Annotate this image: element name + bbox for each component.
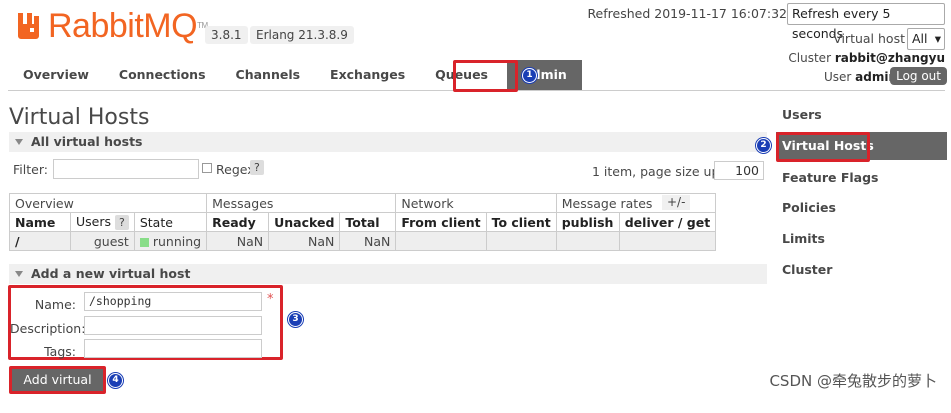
highlight-virtual-hosts <box>776 132 870 162</box>
row-unacked: NaN <box>268 231 341 251</box>
row-users: guest <box>70 231 135 251</box>
refreshed-timestamp: Refreshed 2019-11-17 16:07:32 <box>587 6 787 21</box>
add-virtual-host-button[interactable]: Add virtual host <box>9 366 106 409</box>
sidebar-item-users[interactable]: Users <box>776 101 947 129</box>
virtual-host-select[interactable]: All ▾ <box>907 28 945 50</box>
page-title: Virtual Hosts <box>9 105 150 130</box>
vhost-description-input[interactable] <box>84 316 262 335</box>
section-title: Add a new virtual host <box>31 266 191 281</box>
logo-text: RabbitMQTM <box>48 7 208 45</box>
all-virtual-hosts-section-toggle[interactable]: All virtual hosts <box>9 132 767 152</box>
regex-checkbox[interactable] <box>202 163 212 173</box>
sidebar-item-policies[interactable]: Policies <box>776 194 947 222</box>
col-total[interactable]: Total <box>339 212 397 232</box>
table-column-header: Name Users ? State Ready Unacked Total F… <box>9 212 717 232</box>
row-to-client <box>485 231 557 251</box>
sidebar-item-limits[interactable]: Limits <box>776 225 947 253</box>
tab-overview[interactable]: Overview <box>8 60 104 90</box>
annotation-badge-2: 2 <box>757 139 770 152</box>
col-deliver-get[interactable]: deliver / get <box>618 212 717 232</box>
group-header-overview: Overview <box>8 193 208 213</box>
name-label: Name: <box>34 297 76 312</box>
refresh-interval-select[interactable]: Refresh every 5 seconds ▾ <box>787 3 945 41</box>
sidebar-item-feature-flags[interactable]: Feature Flags <box>776 164 947 192</box>
col-unacked[interactable]: Unacked <box>268 212 341 232</box>
group-header-network: Network <box>395 193 557 213</box>
row-from-client <box>395 231 487 251</box>
filter-label: Filter: <box>13 162 48 177</box>
virtual-hosts-table: Overview Messages Network Message rates … <box>8 193 717 251</box>
page-size-input[interactable]: 100 <box>714 161 764 180</box>
add-virtual-host-section-toggle[interactable]: Add a new virtual host <box>9 264 767 284</box>
sidebar-item-cluster[interactable]: Cluster <box>776 256 947 284</box>
annotation-badge-4: 4 <box>109 374 122 387</box>
row-ready: NaN <box>206 231 270 251</box>
collapse-triangle-icon <box>15 271 23 277</box>
filter-input[interactable] <box>53 159 199 179</box>
rabbitmq-logo[interactable]: RabbitMQTM <box>16 8 208 44</box>
rabbitmq-logo-icon <box>18 13 39 39</box>
col-to-client[interactable]: To client <box>485 212 557 232</box>
table-row[interactable]: / guest running NaN NaN NaN <box>9 231 717 251</box>
regex-help-icon[interactable]: ? <box>250 160 264 175</box>
running-status-indicator <box>139 237 149 247</box>
annotation-badge-1: 1 <box>523 69 536 82</box>
erlang-version: Erlang 21.3.8.9 <box>250 26 354 44</box>
tab-exchanges[interactable]: Exchanges <box>315 60 420 90</box>
col-from-client[interactable]: From client <box>395 212 487 232</box>
row-publish <box>555 231 620 251</box>
highlight-admin-tab <box>453 60 518 92</box>
col-ready[interactable]: Ready <box>206 212 270 232</box>
logout-button[interactable]: Log out <box>890 67 947 85</box>
required-mark: * <box>267 292 274 307</box>
user-info: User admin <box>823 70 897 84</box>
row-state: running <box>133 231 208 251</box>
columns-toggle-button[interactable]: +/- <box>662 195 691 210</box>
col-publish[interactable]: publish <box>555 212 620 232</box>
chevron-down-icon: ▾ <box>934 31 941 46</box>
row-name-link[interactable]: / <box>9 231 71 251</box>
csdn-watermark: CSDN @牵兔散步的萝卜 <box>769 372 937 390</box>
rabbitmq-version: 3.8.1 <box>205 26 248 44</box>
col-name[interactable]: Name <box>9 212 71 232</box>
cluster-name: rabbit@zhangyu <box>834 51 945 65</box>
regex-label: Regex <box>216 162 255 177</box>
description-label: Description: <box>10 321 86 336</box>
collapse-triangle-icon <box>15 139 23 145</box>
virtual-host-label: Virtual host <box>833 31 905 46</box>
row-total: NaN <box>339 231 397 251</box>
vhost-tags-input[interactable] <box>84 339 262 358</box>
tags-label: Tags: <box>44 344 76 359</box>
tab-connections[interactable]: Connections <box>104 60 221 90</box>
group-header-messages: Messages <box>206 193 397 213</box>
col-state[interactable]: State <box>133 212 208 232</box>
tab-channels[interactable]: Channels <box>221 60 316 90</box>
tab-admin[interactable]: Admin <box>507 60 582 90</box>
col-users[interactable]: Users ? <box>70 212 135 232</box>
cluster-info: Cluster rabbit@zhangyu <box>788 51 945 65</box>
annotation-badge-3: 3 <box>289 313 302 326</box>
users-help-icon[interactable]: ? <box>115 215 129 230</box>
table-group-header: Overview Messages Network Message rates <box>8 193 717 213</box>
row-deliver-get <box>618 231 717 251</box>
vhost-name-input[interactable]: /shopping <box>84 292 262 311</box>
section-title: All virtual hosts <box>31 134 143 149</box>
group-header-message-rates: Message rates <box>555 193 717 213</box>
